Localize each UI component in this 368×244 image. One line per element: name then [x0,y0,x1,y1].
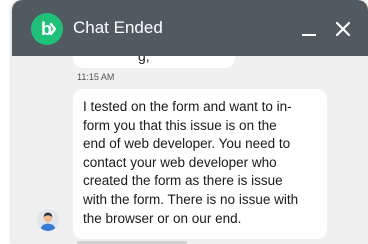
minimize-icon [302,34,316,36]
message-line: I tested on the form and want to in- [83,99,292,114]
agent-message-bubble: I tested on the form and want to in- for… [73,89,327,239]
message-line: the browser or on our end. [83,211,242,226]
brand-logo-icon: b [31,13,63,45]
chat-status-title: Chat Ended [73,18,163,37]
svg-text:b: b [41,19,52,39]
previous-message-bubble [73,56,235,68]
message-line: created the form as there is issue [83,173,283,188]
minimize-button[interactable] [298,18,320,40]
previous-message-text: g, [138,56,150,64]
chat-widget: b Chat Ended g, 11:15 AM I tested on the… [12,0,368,244]
message-line: with the form. There is no issue with [83,192,299,207]
agent-avatar-icon [37,209,59,231]
message-list[interactable]: g, 11:15 AM I tested on the form and wan… [12,56,368,244]
message-line: contact your web developer who [83,155,277,170]
close-icon [335,21,351,37]
message-timestamp: 11:15 AM [77,72,115,82]
close-button[interactable] [332,18,354,40]
chat-header: b Chat Ended [12,0,368,56]
message-line: end of web developer. You need to [83,136,291,151]
message-line: form you that this issue is on the [83,118,277,133]
